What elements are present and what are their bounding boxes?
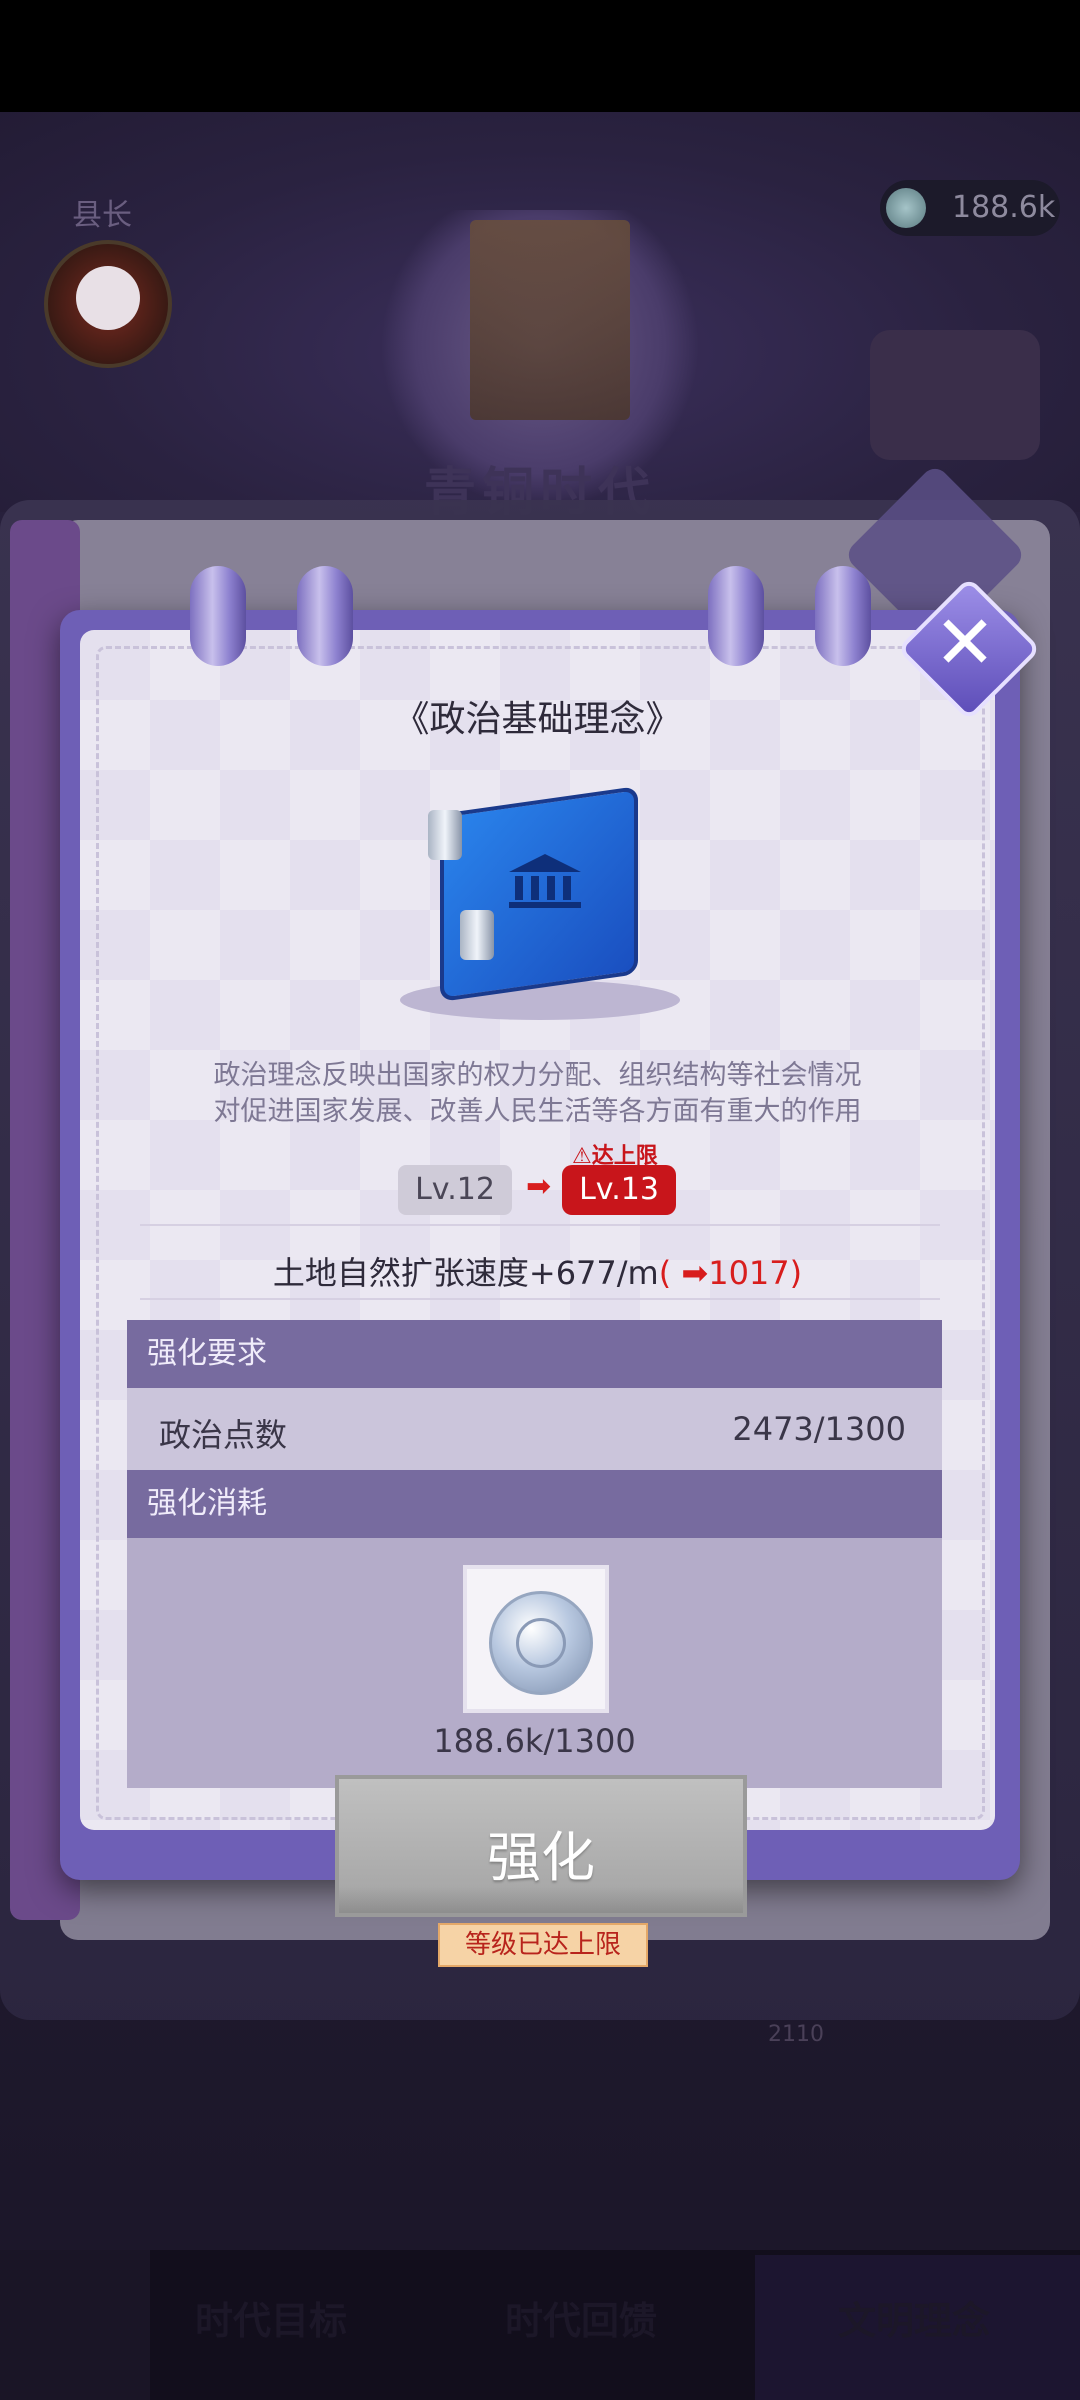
divider [140,1224,940,1226]
silver-coin-icon [489,1591,593,1695]
library-book-icon[interactable] [870,330,1040,460]
background-number: 2110 [768,2022,824,2047]
book-item-icon [400,780,680,1020]
current-level: Lv.12 [398,1165,512,1215]
effect-text: 土地自然扩张速度+677/m( ➡1017) [272,1254,803,1292]
requirement-value: 2473/1300 [732,1410,906,1448]
requirement-name: 政治点数 [159,1416,288,1454]
coin-counter: 188.6k [880,180,1060,236]
divider [140,1298,940,1300]
avatar-title: 县长 [72,198,132,233]
enhance-button-label: 强化 [487,1826,595,1889]
enhance-button[interactable]: 强化 [335,1775,747,1917]
cost-header: 强化消耗 [127,1470,942,1538]
tab-civilization-ideals[interactable]: 文明理念 [838,2290,990,2345]
description-line-1: 政治理念反映出国家的权力分配、组织结构等社会情况 [213,1060,862,1091]
avatar[interactable] [44,240,172,368]
back-button[interactable] [0,2250,150,2400]
binder-ring-icon [297,566,353,666]
tower-icon [470,220,630,420]
requirements-header: 强化要求 [127,1320,942,1388]
max-level-note: 等级已达上限 [438,1923,648,1967]
coin-icon [886,188,926,228]
tab-era-goals[interactable]: 时代目标 [195,2290,347,2345]
cost-item-slot[interactable] [463,1565,609,1713]
binder-ring-icon [708,566,764,666]
temple-emblem-icon [509,854,581,908]
dialog-title: 《政治基础理念》 [393,699,682,740]
level-row: Lv.12 ➡ Lv.13 [0,1165,1080,1221]
binder-ring-icon [815,566,871,666]
tab-era-rewards[interactable]: 时代回馈 [505,2290,657,2345]
requirement-row: 政治点数 2473/1300 [127,1388,942,1470]
arrow-right-icon: ➡ [526,1169,552,1204]
description-line-2: 对促进国家发展、改善人民生活等各方面有重大的作用 [213,1096,862,1127]
binder-ring-icon [190,566,246,666]
status-bar [0,0,1080,112]
avatar-face-icon [76,266,140,330]
next-level: Lv.13 [562,1165,676,1215]
coin-value: 188.6k [952,190,1056,225]
cost-value: 188.6k/1300 [433,1722,636,1760]
